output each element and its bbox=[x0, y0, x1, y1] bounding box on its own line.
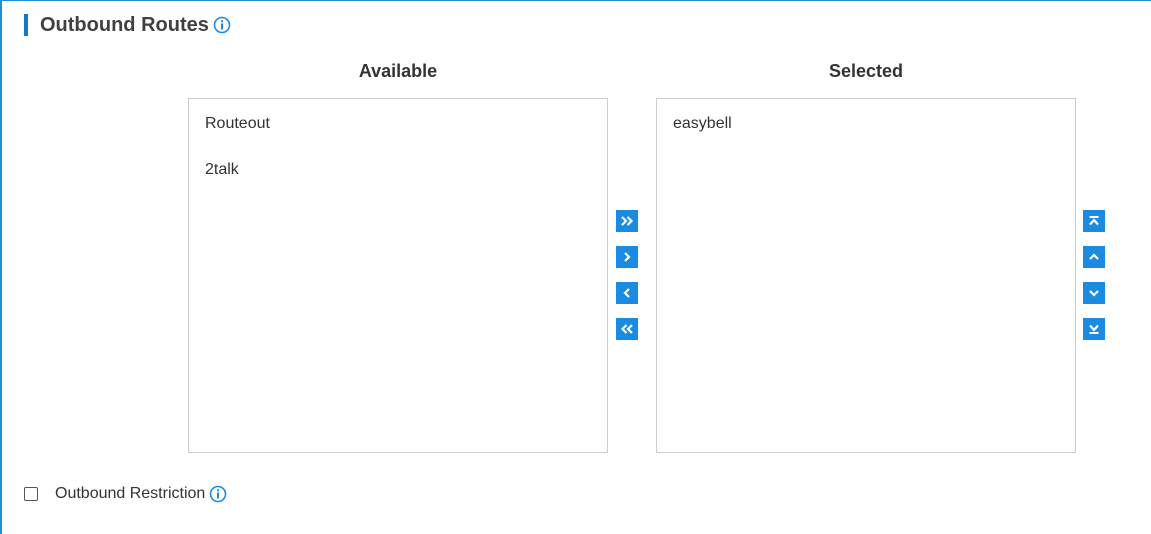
available-listbox[interactable]: Routeout 2talk bbox=[188, 98, 608, 453]
available-item-2talk[interactable]: 2talk bbox=[205, 161, 239, 179]
chevron-right-icon bbox=[624, 252, 631, 262]
move-to-top-icon bbox=[1089, 216, 1099, 226]
move-all-left-button[interactable] bbox=[616, 318, 638, 340]
outbound-restriction-row: Outbound Restriction bbox=[24, 483, 227, 505]
move-left-button[interactable] bbox=[616, 282, 638, 304]
selected-header: Selected bbox=[828, 61, 904, 81]
move-bottom-button[interactable] bbox=[1083, 318, 1105, 340]
info-icon[interactable] bbox=[209, 485, 227, 503]
info-icon[interactable] bbox=[213, 16, 231, 34]
outbound-routes-panel: Outbound Routes Available Selected Route… bbox=[0, 0, 1151, 534]
move-right-button[interactable] bbox=[616, 246, 638, 268]
selected-item-easybell[interactable]: easybell bbox=[673, 115, 732, 133]
available-header: Available bbox=[358, 61, 438, 81]
section-title: Outbound Routes bbox=[40, 13, 209, 36]
available-item-routeout[interactable]: Routeout bbox=[205, 115, 270, 133]
outbound-restriction-label[interactable]: Outbound Restriction bbox=[55, 485, 205, 503]
section-accent-bar bbox=[24, 14, 28, 36]
chevron-left-icon bbox=[623, 288, 630, 298]
section-header: Outbound Routes bbox=[24, 13, 231, 37]
chevron-up-icon bbox=[1089, 253, 1099, 260]
double-chevron-left-icon bbox=[620, 324, 633, 334]
order-buttons bbox=[1083, 210, 1105, 354]
transfer-buttons bbox=[616, 210, 638, 354]
double-chevron-right-icon bbox=[621, 216, 634, 226]
chevron-down-icon bbox=[1089, 290, 1099, 297]
outbound-restriction-checkbox[interactable] bbox=[24, 487, 38, 501]
selected-listbox[interactable]: easybell bbox=[656, 98, 1076, 453]
move-top-button[interactable] bbox=[1083, 210, 1105, 232]
move-down-button[interactable] bbox=[1083, 282, 1105, 304]
move-all-right-button[interactable] bbox=[616, 210, 638, 232]
move-to-bottom-icon bbox=[1089, 324, 1099, 334]
move-up-button[interactable] bbox=[1083, 246, 1105, 268]
